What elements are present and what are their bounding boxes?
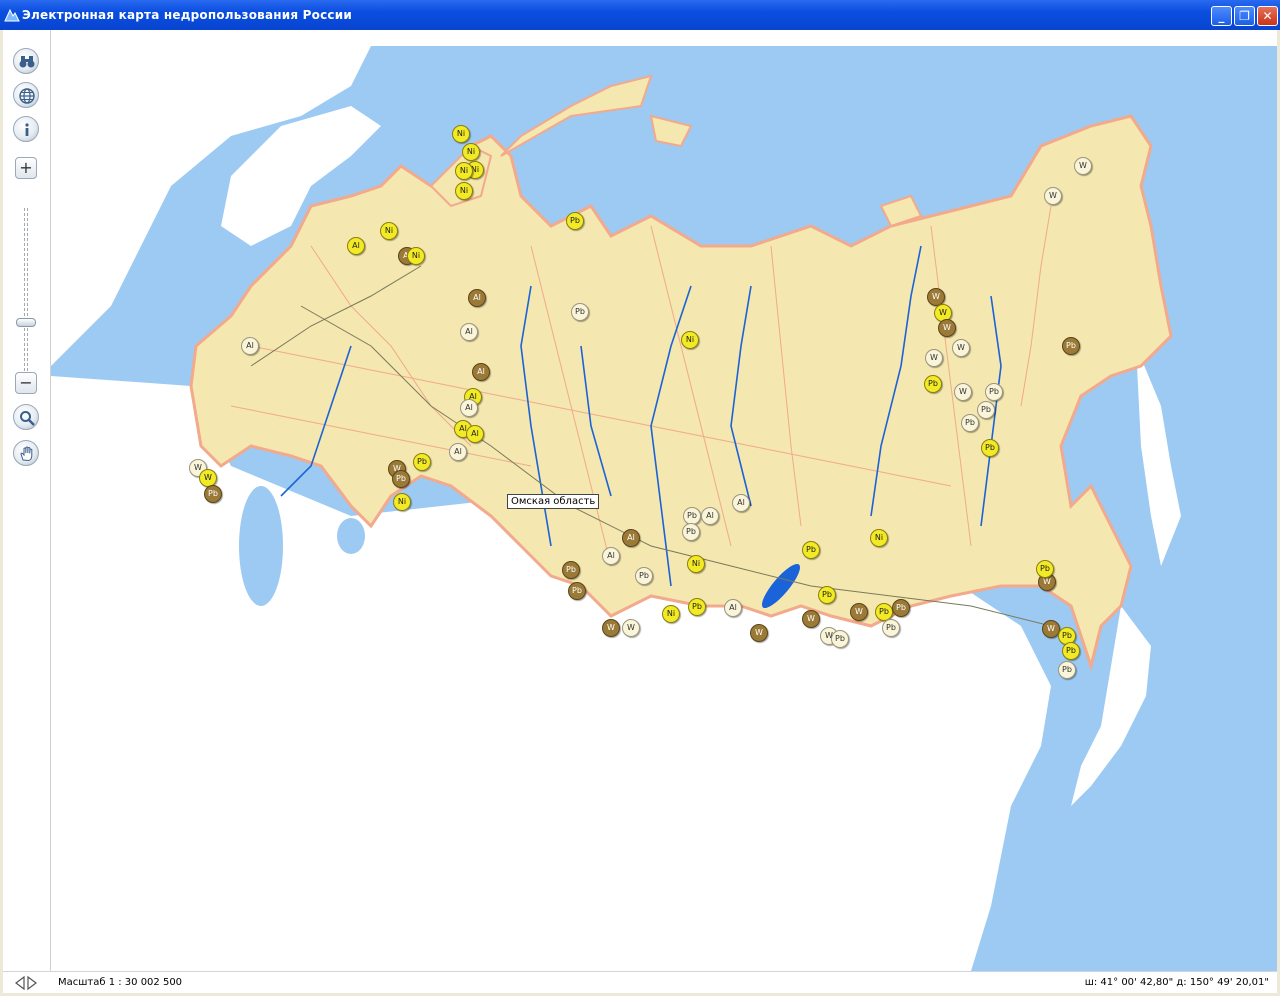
deposit-marker[interactable]: W xyxy=(1074,157,1092,175)
deposit-marker[interactable]: Pb xyxy=(961,414,979,432)
cursor-coordinates: ш: 41° 00' 42,80" д: 150° 49' 20,01" xyxy=(1084,977,1269,988)
deposit-marker[interactable]: Pb xyxy=(985,383,1003,401)
deposit-marker[interactable]: Pb xyxy=(1062,337,1080,355)
binoculars-button[interactable] xyxy=(13,48,39,74)
deposit-marker[interactable]: Pb xyxy=(1058,661,1076,679)
severnaya-zemlya xyxy=(649,114,693,148)
deposit-marker[interactable]: Al xyxy=(460,399,478,417)
map-toolbar: + − xyxy=(3,30,51,993)
deposit-marker[interactable]: Al xyxy=(732,494,750,512)
deposit-marker[interactable]: Pb xyxy=(924,375,942,393)
minimize-button[interactable]: _ xyxy=(1211,6,1232,26)
panel-toggle-icon[interactable] xyxy=(13,975,39,991)
deposit-marker[interactable]: Pb xyxy=(568,582,586,600)
zoom-slider-track[interactable] xyxy=(24,208,28,376)
info-icon xyxy=(25,123,29,136)
maximize-button[interactable]: ❐ xyxy=(1234,6,1255,26)
region-tooltip: Омская область xyxy=(507,494,600,509)
deposit-marker[interactable]: W xyxy=(925,349,943,367)
zoom-out-button[interactable]: − xyxy=(15,372,37,394)
magnifier-icon xyxy=(20,411,35,426)
globe-icon xyxy=(19,88,35,104)
map-view[interactable]: NiNiNiNiNiPbAlNiAlNiAlPbAlAlNiAlAlAlAlAl… xyxy=(51,46,1277,971)
zoom-in-button[interactable]: + xyxy=(15,157,37,179)
deposit-marker[interactable]: Pb xyxy=(562,561,580,579)
deposit-marker[interactable]: W xyxy=(952,339,970,357)
deposit-marker[interactable]: Pb xyxy=(977,401,995,419)
deposit-marker[interactable]: Al xyxy=(460,323,478,341)
status-bar: Масштаб 1 : 30 002 500 ш: 41° 00' 42,80"… xyxy=(3,971,1277,993)
deposit-marker[interactable]: Al xyxy=(449,443,467,461)
deposit-marker[interactable]: Al xyxy=(701,507,719,525)
deposit-marker[interactable]: Ni xyxy=(393,493,411,511)
globe-button[interactable] xyxy=(13,82,39,108)
deposit-marker[interactable]: Pb xyxy=(571,303,589,321)
deposit-marker[interactable]: Ni xyxy=(687,555,705,573)
deposit-marker[interactable]: W xyxy=(622,619,640,637)
deposit-marker[interactable]: W xyxy=(750,624,768,642)
deposit-marker[interactable]: Al xyxy=(466,425,484,443)
minimize-icon: _ xyxy=(1218,9,1225,23)
close-button[interactable]: ✕ xyxy=(1257,6,1278,26)
deposit-marker[interactable]: Pb xyxy=(413,453,431,471)
deposit-marker[interactable]: Pb xyxy=(892,599,910,617)
deposit-marker[interactable]: Al xyxy=(472,363,490,381)
basemap xyxy=(51,46,1181,971)
deposit-marker[interactable]: Ni xyxy=(380,222,398,240)
deposit-marker[interactable]: Pb xyxy=(392,470,410,488)
deposit-marker[interactable]: Al xyxy=(724,599,742,617)
deposit-marker[interactable]: Ni xyxy=(870,529,888,547)
deposit-marker[interactable]: Ni xyxy=(681,331,699,349)
deposit-marker[interactable]: Ni xyxy=(407,247,425,265)
deposit-marker[interactable]: Ni xyxy=(452,125,470,143)
app-window: Электронная карта недропользования Росси… xyxy=(0,0,1280,996)
app-icon xyxy=(4,8,20,22)
deposit-marker[interactable]: Ni xyxy=(455,162,473,180)
window-title: Электронная карта недропользования Росси… xyxy=(22,8,352,22)
caspian-sea xyxy=(239,486,283,606)
deposit-marker[interactable]: W xyxy=(954,383,972,401)
deposit-marker[interactable]: Pb xyxy=(204,485,222,503)
deposit-marker[interactable]: W xyxy=(850,603,868,621)
novaya-zemlya xyxy=(500,74,653,157)
deposit-marker[interactable]: Pb xyxy=(802,541,820,559)
deposit-marker[interactable]: Al xyxy=(468,289,486,307)
deposit-marker[interactable]: Pb xyxy=(818,586,836,604)
deposit-marker[interactable]: Pb xyxy=(682,523,700,541)
deposit-marker[interactable]: Pb xyxy=(566,212,584,230)
map-scale: Масштаб 1 : 30 002 500 xyxy=(58,977,183,988)
deposit-marker[interactable]: Pb xyxy=(882,619,900,637)
aral-sea xyxy=(337,518,365,554)
deposit-marker[interactable]: Al xyxy=(622,529,640,547)
deposit-marker[interactable]: Pb xyxy=(831,630,849,648)
deposit-marker[interactable]: Ni xyxy=(662,605,680,623)
search-button[interactable] xyxy=(13,404,39,430)
pan-button[interactable] xyxy=(13,440,39,466)
deposit-marker[interactable]: W xyxy=(1044,187,1062,205)
deposit-marker[interactable]: Ni xyxy=(455,182,473,200)
deposit-marker[interactable]: Pb xyxy=(635,567,653,585)
deposit-marker[interactable]: Al xyxy=(602,547,620,565)
deposit-marker[interactable]: W xyxy=(802,610,820,628)
zoom-slider-thumb[interactable] xyxy=(16,318,36,327)
close-icon: ✕ xyxy=(1262,9,1273,23)
restore-icon: ❐ xyxy=(1239,9,1250,23)
binoculars-icon xyxy=(19,56,35,68)
client-area: + − Ni Ni Ni Ni Ni Pb Al Ni Ni Al Pb Al … xyxy=(3,30,1277,993)
deposit-marker[interactable]: Pb xyxy=(981,439,999,457)
kamchatka-sakhalin xyxy=(1136,346,1181,566)
info-button[interactable] xyxy=(13,116,39,142)
deposit-marker[interactable]: Al xyxy=(347,237,365,255)
hand-icon xyxy=(20,446,33,462)
title-bar[interactable]: Электронная карта недропользования Росси… xyxy=(0,0,1280,30)
deposit-marker[interactable]: Pb xyxy=(688,598,706,616)
deposit-marker[interactable]: Pb xyxy=(1036,560,1054,578)
deposit-marker[interactable]: Pb xyxy=(1062,642,1080,660)
deposit-marker[interactable]: Ni xyxy=(462,143,480,161)
deposit-marker[interactable]: W xyxy=(602,619,620,637)
deposit-marker[interactable]: Al xyxy=(241,337,259,355)
deposit-marker[interactable]: W xyxy=(938,319,956,337)
